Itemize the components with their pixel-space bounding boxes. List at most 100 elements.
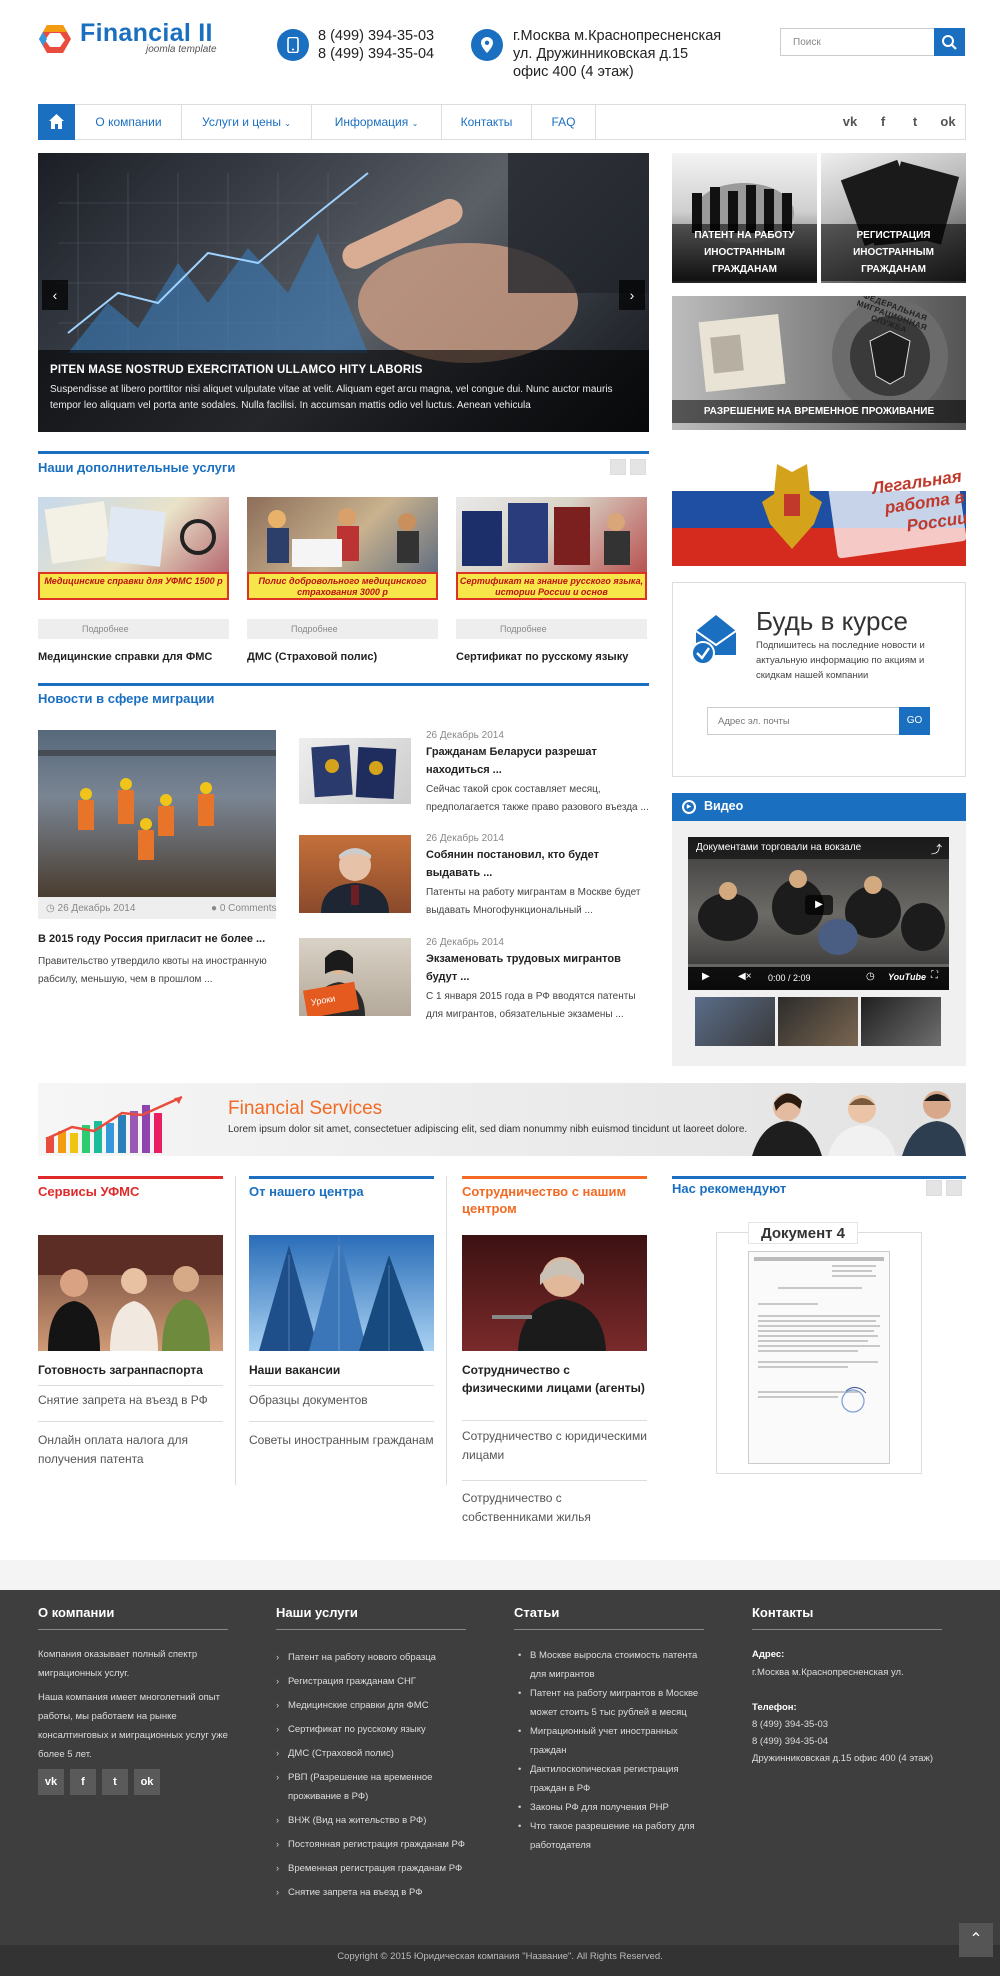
search-input[interactable]: Поиск [780, 28, 935, 56]
col2-link-2[interactable]: Советы иностранным гражданам [249, 1431, 434, 1450]
news-main-title[interactable]: В 2015 году Россия пригласит не более ..… [38, 930, 265, 948]
recommend-prev-button[interactable] [926, 1180, 942, 1196]
odnoklassniki-icon[interactable]: ok [938, 112, 958, 132]
service-title-medical[interactable]: Медицинские справки для ФМС [38, 651, 212, 663]
service-more-russian[interactable]: Подробнее [456, 619, 647, 639]
phone-1[interactable]: 8 (499) 394-35-03 [318, 27, 434, 45]
footer-service-item[interactable]: Сертификат по русскому языку [276, 1720, 466, 1739]
volume-icon[interactable]: ◀× [738, 971, 752, 982]
service-image-dms[interactable]: Полис добровольного медицинского страхов… [247, 497, 438, 600]
recommend-next-button[interactable] [946, 1180, 962, 1196]
footer-article-item[interactable]: Миграционный учет иностранных граждан [518, 1722, 710, 1760]
footer-article-item[interactable]: Патент на работу мигрантов в Москве може… [518, 1684, 710, 1722]
footer-article-item[interactable]: Что такое разрешение на работу для работ… [518, 1817, 710, 1855]
scroll-to-top-button[interactable]: ⌃ [959, 1923, 993, 1957]
footer-odnoklassniki-icon[interactable]: ok [134, 1769, 160, 1795]
nav-item-faq[interactable]: FAQ [532, 104, 596, 140]
news-title-2[interactable]: Собянин постановил, кто будет выдавать .… [426, 846, 646, 882]
footer-vk-icon[interactable]: vk [38, 1769, 64, 1795]
service-image-medical[interactable]: Медицинские справки для УФМС 1500 р [38, 497, 229, 600]
col2-bold-link[interactable]: Наши вакансии [249, 1361, 340, 1379]
tile-registration[interactable]: РЕГИСТРАЦИЯ ИНОСТРАННЫМ ГРАЖДАНАМ [821, 153, 966, 283]
video-play-button[interactable]: ▶ [805, 895, 833, 915]
col1-link-2[interactable]: Онлайн оплата налога для получения патен… [38, 1431, 223, 1469]
news-main-image[interactable] [38, 730, 276, 897]
footer-service-item[interactable]: Постоянная регистрация гражданам РФ [276, 1835, 466, 1854]
share-icon[interactable]: ⤴ [931, 841, 942, 857]
phone-2[interactable]: 8 (499) 394-35-04 [318, 45, 434, 63]
services-next-button[interactable] [630, 459, 646, 475]
footer-articles-line [514, 1629, 704, 1630]
service-title-russian[interactable]: Сертификат по русскому языку [456, 651, 628, 663]
footer-twitter-icon[interactable]: t [102, 1769, 128, 1795]
news-main-comments[interactable]: ● 0 Comments [211, 903, 277, 914]
twitter-icon[interactable]: t [905, 112, 925, 132]
video-title[interactable]: Документами торговали на вокзале [696, 842, 861, 853]
clock-small-icon[interactable]: ◷ [866, 971, 875, 982]
slider-next-button[interactable]: › [619, 280, 645, 310]
news-title-1[interactable]: Гражданам Беларуси разрешат находиться .… [426, 743, 646, 779]
col1-link-1[interactable]: Снятие запрета на въезд в РФ [38, 1391, 223, 1410]
col2-link-1[interactable]: Образцы документов [249, 1391, 434, 1410]
news-image-1[interactable] [299, 738, 411, 804]
youtube-logo[interactable]: YouTube [888, 972, 926, 982]
footer-article-item[interactable]: Законы РФ для получения РНР [518, 1798, 710, 1817]
footer-article-item[interactable]: В Москве выросла стоимость патента для м… [518, 1646, 710, 1684]
video-progress-bar[interactable] [688, 964, 949, 967]
services-prev-button[interactable] [610, 459, 626, 475]
fullscreen-icon[interactable]: ⛶ [931, 970, 938, 981]
nav-item-contacts[interactable]: Контакты [442, 104, 532, 140]
news-main-date-text: 26 Декабрь 2014 [57, 903, 136, 914]
footer-facebook-icon[interactable]: f [70, 1769, 96, 1795]
nav-services-label: Услуги и цены [202, 115, 281, 129]
col2-line [249, 1176, 434, 1179]
service-more-dms[interactable]: Подробнее [247, 619, 438, 639]
service-title-dms[interactable]: ДМС (Страховой полис) [247, 651, 377, 663]
service-image-russian[interactable]: Сертификат на знание русского языка, ист… [456, 497, 647, 600]
video-player[interactable]: Документами торговали на вокзале ⤴ ▶ ▶ ◀… [688, 837, 949, 990]
footer-service-item[interactable]: Медицинские справки для ФМС [276, 1696, 466, 1715]
footer-service-item[interactable]: Патент на работу нового образца [276, 1648, 466, 1667]
col2-sep-2 [249, 1421, 434, 1422]
col3-link-1[interactable]: Сотрудничество с юридическими лицами [462, 1427, 647, 1465]
news-image-2[interactable] [299, 835, 411, 913]
tile-patent[interactable]: ПАТЕНТ НА РАБОТУ ИНОСТРАННЫМ ГРАЖДАНАМ [672, 153, 817, 283]
col-divider-1 [235, 1176, 236, 1485]
footer-service-item[interactable]: ДМС (Страховой полис) [276, 1744, 466, 1763]
news-title-3[interactable]: Экзаменовать трудовых мигрантов будут ..… [426, 950, 646, 986]
facebook-icon[interactable]: f [873, 112, 893, 132]
video-thumb-3[interactable] [861, 997, 941, 1046]
footer-service-item[interactable]: Временная регистрация гражданам РФ [276, 1859, 466, 1878]
slider-prev-button[interactable]: ‹ [42, 280, 68, 310]
vk-icon[interactable]: vk [840, 112, 860, 132]
col3-link-2[interactable]: Сотрудничество с собственниками жилья [462, 1489, 647, 1527]
col1-image[interactable] [38, 1235, 223, 1351]
footer-article-item[interactable]: Дактилоскопическая регистрация граждан в… [518, 1760, 710, 1798]
footer-service-item[interactable]: Регистрация гражданам СНГ [276, 1672, 466, 1691]
legal-work-banner[interactable]: Легальная работа в России [672, 454, 966, 566]
col2-image[interactable] [249, 1235, 434, 1351]
footer-service-item[interactable]: ВНЖ (Вид на жительство в РФ) [276, 1811, 466, 1830]
col3-image[interactable] [462, 1235, 647, 1351]
col1-sep-1 [38, 1385, 223, 1386]
nav-item-services[interactable]: Услуги и цены ⌄ [182, 104, 312, 140]
search-button[interactable] [934, 28, 965, 56]
col1-bold-link[interactable]: Готовность загранпаспорта [38, 1361, 203, 1379]
footer-service-item[interactable]: РВП (Разрешение на временное проживание … [276, 1768, 466, 1806]
subscribe-go-button[interactable]: GO [899, 707, 930, 735]
nav-item-info[interactable]: Информация ⌄ [312, 104, 442, 140]
recommend-heading: Нас рекомендуют [672, 1181, 787, 1196]
nav-item-about[interactable]: О компании [76, 104, 182, 140]
logo-icon[interactable] [38, 24, 72, 54]
subscribe-email-input[interactable]: Адрес эл. почты [707, 707, 900, 735]
video-thumb-2[interactable] [778, 997, 858, 1046]
footer-office: Дружинниковская д.15 офис 400 (4 этаж) [752, 1753, 934, 1764]
video-play-small-icon[interactable]: ▶ [702, 971, 710, 982]
footer-service-item[interactable]: Снятие запрета на въезд в РФ [276, 1883, 466, 1902]
news-image-3[interactable]: Уроки [299, 938, 411, 1019]
col3-bold-link[interactable]: Сотрудничество с физическими лицами (аге… [462, 1361, 647, 1397]
tile-rvp[interactable]: ФЕДЕРАЛЬНАЯ МИГРАЦИОННАЯ СЛУЖБА РАЗРЕШЕН… [672, 296, 966, 430]
video-thumb-1[interactable] [695, 997, 775, 1046]
nav-home[interactable] [38, 104, 75, 140]
service-more-medical[interactable]: Подробнее [38, 619, 229, 639]
